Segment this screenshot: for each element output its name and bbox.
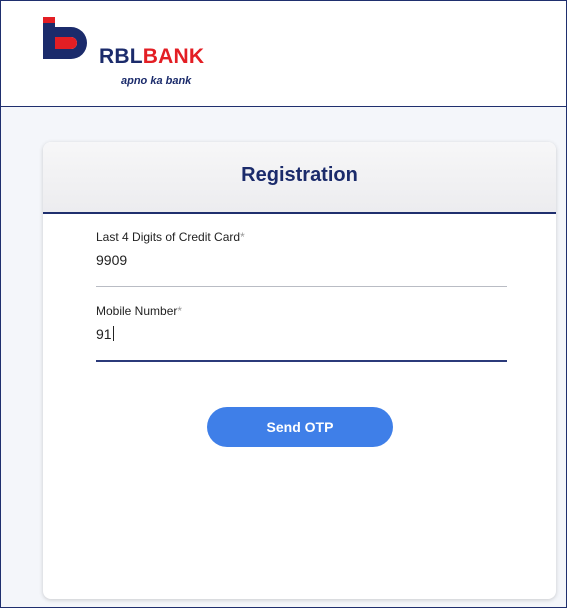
brand-name: RBLBANK: [99, 45, 204, 69]
page-title: Registration: [241, 164, 358, 186]
card-header: Registration: [43, 142, 556, 214]
rbl-logo-icon: [43, 17, 87, 59]
text-caret: [112, 326, 114, 341]
registration-card: Registration Last 4 Digits of Credit Car…: [43, 142, 556, 599]
mobile-number-field[interactable]: Mobile Number* 91: [96, 304, 507, 362]
brand-tagline: apno ka bank: [121, 75, 192, 87]
credit-card-digits-field[interactable]: Last 4 Digits of Credit Card* 9909: [96, 230, 507, 287]
credit-card-digits-label: Last 4 Digits of Credit Card*: [96, 230, 245, 244]
header: RBLBANK apno ka bank: [1, 1, 566, 107]
required-mark: *: [240, 230, 245, 244]
credit-card-digits-input[interactable]: 9909: [96, 252, 507, 270]
page-frame: RBLBANK apno ka bank Registration Last 4…: [0, 0, 567, 608]
required-mark: *: [177, 304, 183, 318]
mobile-number-label: Mobile Number*: [96, 304, 183, 318]
mobile-number-value: 91: [96, 326, 112, 342]
credit-card-digits-underline: [96, 286, 507, 287]
mobile-number-input[interactable]: 91: [96, 326, 507, 344]
brand-rbl: RBL: [99, 45, 143, 68]
brand-bank: BANK: [142, 45, 205, 68]
rbl-bank-logo: RBLBANK apno ka bank: [41, 17, 241, 97]
send-otp-button[interactable]: Send OTP: [207, 407, 393, 447]
mobile-number-underline: [96, 360, 507, 362]
